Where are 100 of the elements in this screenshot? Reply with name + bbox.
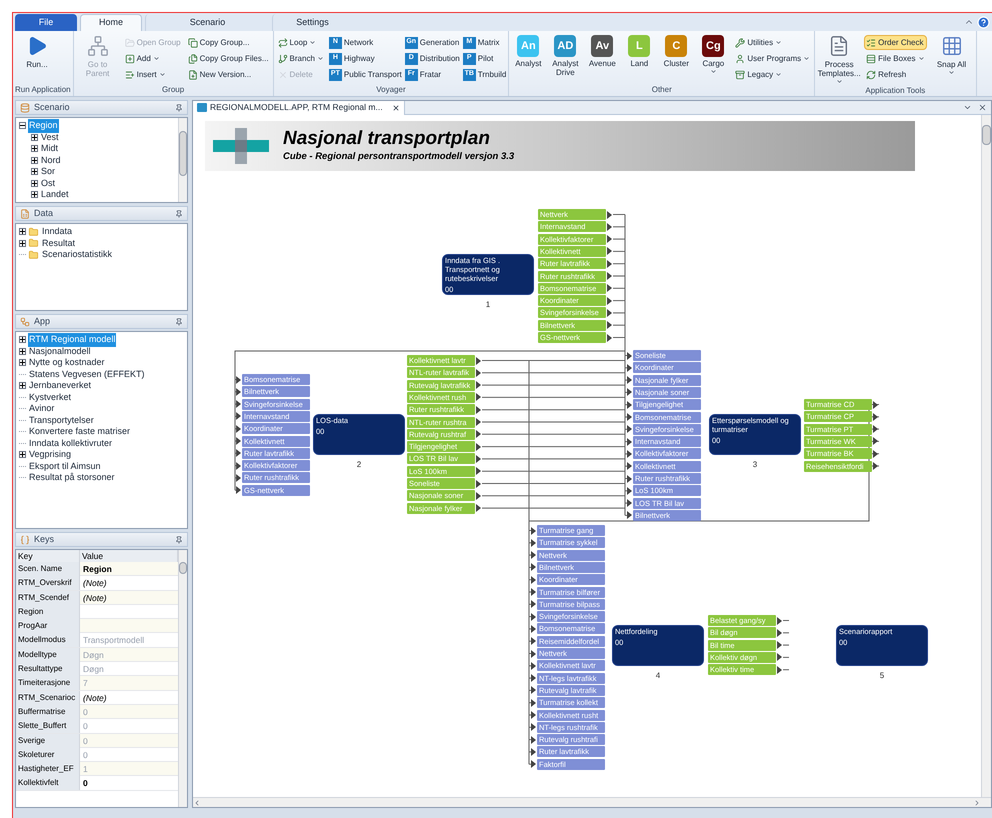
scroll-right-icon[interactable] (973, 798, 981, 806)
expand-toggle[interactable] (19, 122, 26, 130)
tree-item[interactable]: Vegprising (28, 448, 72, 462)
value-cell[interactable]: (Note) (80, 690, 178, 705)
value-cell[interactable]: (Note) (80, 590, 178, 605)
tree-item[interactable]: RTM Regional modell (28, 333, 116, 346)
fileboxes-button[interactable]: File Boxes (864, 51, 926, 66)
tree-item[interactable]: Sor (40, 165, 56, 178)
expand-toggle[interactable] (31, 134, 38, 141)
close-icon[interactable] (392, 104, 400, 112)
copyfiles-button[interactable]: Copy Group Files... (186, 51, 271, 66)
dropdown-icon[interactable] (963, 103, 972, 112)
database-icon (20, 102, 30, 112)
tree-item[interactable]: Nord (40, 154, 62, 167)
key-cell: ProgAar (16, 619, 80, 634)
app-launch-button[interactable]: C Cluster (659, 35, 694, 68)
insert-button[interactable]: Insert (122, 67, 183, 82)
templates-button[interactable]: Process Templates... (817, 35, 862, 85)
close-icon[interactable] (978, 103, 987, 112)
expand-toggle[interactable] (31, 168, 38, 176)
tree-item[interactable]: Statens Vegvesen (EFFEKT) (28, 368, 146, 381)
utilities-button[interactable]: Utilities (733, 35, 812, 50)
pin-icon[interactable] (175, 318, 183, 326)
run-button[interactable]: Run... (15, 35, 59, 69)
scroll-left-icon[interactable] (193, 798, 201, 806)
expand-toggle[interactable] (19, 336, 26, 344)
key-cell: Modellmodus (16, 633, 80, 648)
tree-item[interactable]: Eksport til Aimsun (28, 460, 102, 473)
key-cell: RTM_Scendef (16, 590, 80, 605)
tree-item[interactable]: Midt (40, 142, 60, 156)
value-cell[interactable]: 7 (80, 676, 178, 690)
help-icon[interactable] (977, 16, 990, 29)
expand-toggle[interactable] (31, 145, 38, 152)
value-cell[interactable]: 0 (80, 776, 178, 790)
tree-item[interactable]: Transportytelser (28, 414, 95, 427)
pin-icon[interactable] (175, 210, 183, 218)
vertical-scrollbar[interactable] (178, 550, 187, 807)
braces-icon (20, 534, 30, 544)
version-button[interactable]: New Version... (186, 67, 271, 82)
ribbon-tab[interactable]: File (15, 14, 77, 31)
app-launch-button[interactable]: An Analyst (511, 35, 546, 68)
expand-toggle[interactable] (19, 240, 26, 247)
expand-toggle[interactable] (19, 359, 26, 366)
tree-item[interactable]: Vest (40, 130, 60, 144)
tree-item[interactable]: Inndata (41, 225, 74, 238)
horizontal-scrollbar[interactable] (193, 797, 991, 807)
value-cell[interactable]: (Note) (80, 576, 178, 590)
expand-toggle[interactable] (31, 180, 38, 187)
tree-item[interactable]: Resultat på storsoner (28, 471, 116, 484)
add-button[interactable]: Add (122, 51, 183, 66)
tree-item[interactable]: Nytte og kostnader (28, 356, 106, 370)
tree-item[interactable]: Ost (40, 176, 56, 190)
value-cell[interactable]: Døgn (80, 662, 178, 676)
expand-toggle[interactable] (19, 228, 26, 236)
programs-button[interactable]: User Programs (733, 51, 812, 66)
tree-item[interactable]: Kystverket (28, 390, 72, 404)
branch-button[interactable]: Branch (276, 51, 326, 66)
refresh-button[interactable]: Refresh (864, 67, 926, 82)
app-launch-button[interactable]: Cg Cargo (696, 35, 730, 75)
document-tab[interactable]: REGIONALMODELL.APP, RTM Regional m... (193, 100, 405, 114)
value-cell[interactable]: 0 (80, 704, 178, 719)
order-button[interactable]: Order Check (864, 35, 926, 50)
vertical-scrollbar[interactable] (178, 118, 187, 202)
app-launch-button[interactable]: AD Analyst Drive (548, 35, 582, 77)
app-launch-button[interactable]: Av Avenue (585, 35, 620, 68)
column-header[interactable]: Key (16, 550, 80, 562)
checklist-icon (866, 38, 876, 48)
expand-toggle[interactable] (19, 348, 26, 355)
ribbon-tab[interactable]: Home (80, 14, 142, 31)
value-cell[interactable]: Transportmodell (80, 633, 178, 648)
tree-item[interactable]: Region (28, 119, 59, 132)
tree-item[interactable]: Scenariostatistikk (41, 248, 114, 262)
tree-item[interactable]: Landet (40, 188, 70, 202)
expand-toggle[interactable] (19, 382, 26, 390)
value-cell[interactable]: 0 (80, 734, 178, 748)
app-launch-button[interactable]: L Land (622, 35, 656, 68)
ribbon-group-label: Voyager (375, 84, 407, 96)
tree-item[interactable]: Avinor (28, 402, 56, 416)
value-cell[interactable]: Region (80, 562, 178, 576)
legacy-button[interactable]: Legacy (733, 67, 812, 82)
key-cell: Region (16, 604, 80, 619)
expand-toggle[interactable] (31, 156, 38, 164)
tree-item[interactable]: Resultat (41, 236, 76, 250)
snap-button[interactable]: Snap All (930, 35, 974, 76)
expand-toggle[interactable] (31, 191, 38, 198)
pin-icon[interactable] (175, 536, 183, 544)
loop-button[interactable]: Loop (276, 35, 326, 50)
value-cell[interactable]: Døgn (80, 648, 178, 662)
expand-toggle[interactable] (19, 451, 26, 458)
tree-item[interactable]: Inndata kollektivruter (28, 436, 114, 450)
value-cell[interactable]: 1 (80, 762, 178, 776)
tree-item[interactable]: Konvertere faste matriser (28, 425, 132, 438)
vertical-scrollbar[interactable] (981, 115, 991, 797)
column-header[interactable]: Value (80, 550, 178, 562)
tree-item[interactable]: Nasjonalmodell (28, 344, 92, 358)
tree-item[interactable]: Jernbaneverket (28, 379, 92, 392)
value-cell[interactable]: 0 (80, 719, 178, 734)
value-cell[interactable]: 0 (80, 748, 178, 762)
pin-icon[interactable] (175, 104, 183, 112)
copy-button[interactable]: Copy Group... (186, 35, 271, 50)
